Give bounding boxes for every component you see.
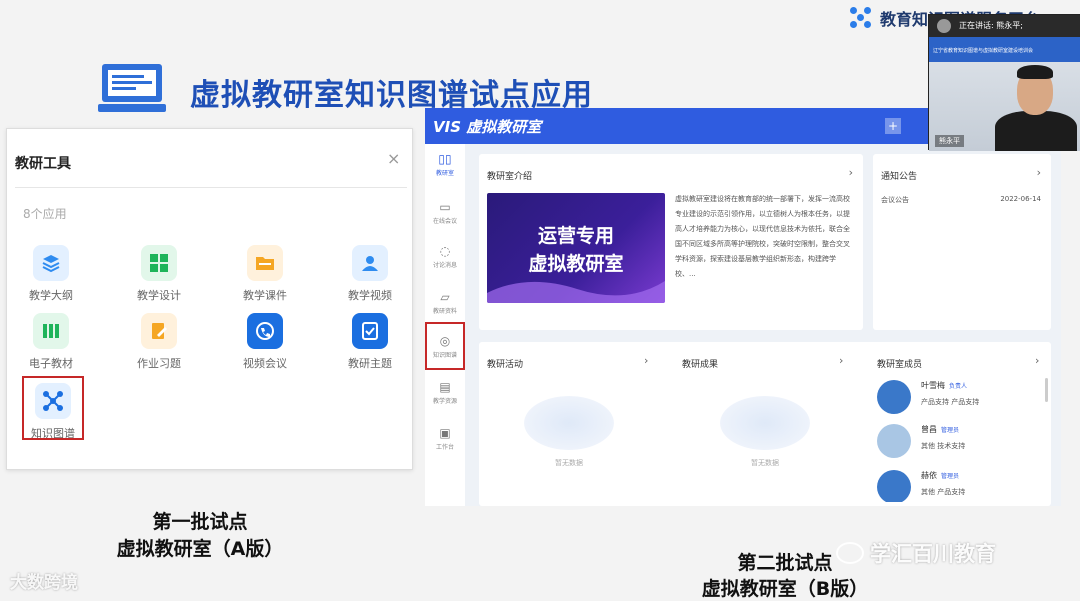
grid-icon: [141, 245, 177, 281]
caption-b-line2: 虚拟教研室（B版）: [701, 578, 869, 600]
speaker-name: 熊永平: [935, 135, 964, 147]
avatar: [877, 470, 911, 502]
app-courseware[interactable]: 教学课件: [225, 245, 305, 303]
intro-banner: 运营专用 虚拟教研室: [487, 193, 665, 303]
activity-empty: 暂无数据: [519, 396, 619, 468]
avatar: [937, 19, 951, 33]
chat-icon: ◌: [439, 244, 451, 258]
book-icon: ▯▯: [438, 152, 452, 166]
notice-date: 2022-06-14: [1000, 195, 1041, 203]
camera-icon: ▭: [439, 200, 451, 214]
app-count: 8个应用: [23, 207, 67, 221]
watermark-left: 大数跨境: [10, 573, 78, 593]
list-item[interactable]: 叶雪梅 负责人 产品支持 产品支持: [877, 380, 979, 414]
highlight-box-a: [22, 376, 84, 440]
app-theme[interactable]: 教研主题: [330, 313, 410, 371]
wechat-icon: [836, 542, 864, 564]
chevron-right-icon[interactable]: ›: [1035, 354, 1039, 367]
sidebar-item-chat[interactable]: ◌ 讨论消息: [425, 244, 465, 269]
chevron-right-icon[interactable]: ›: [849, 166, 853, 179]
app-design[interactable]: 教学设计: [119, 245, 199, 303]
banner-wave-icon: [487, 281, 665, 303]
caption-a-line1: 第一批试点: [152, 511, 248, 533]
books-icon: [33, 313, 69, 349]
speaker-figure: [995, 111, 1077, 151]
video-call-icon: [247, 313, 283, 349]
video-banner-text: 辽宁省教育知识图谱与虚拟教研室建设培训会: [933, 48, 1034, 54]
notice-title: 通知公告: [881, 172, 918, 182]
app-video-meeting[interactable]: 视频会议: [225, 313, 305, 371]
avatar: [877, 424, 911, 458]
folder-icon: [247, 245, 283, 281]
sidebar-item-workbench[interactable]: ▣ 工作台: [425, 426, 465, 451]
list-item[interactable]: 曾昌 管理员 其他 技术支持: [877, 424, 965, 458]
caption-a-line2: 虚拟教研室（A版）: [116, 538, 284, 560]
scrollbar[interactable]: [1045, 378, 1048, 402]
member-list: 叶雪梅 负责人 产品支持 产品支持 曾昌 管理员 其他 技术支持 赫依 管理员 其他 …: [871, 378, 1047, 502]
intro-card: 教研室介绍 › 运营专用 虚拟教研室 虚拟教研室建设将在教育部的统一部署下，发挥…: [479, 154, 863, 330]
intro-title: 教研室介绍: [487, 172, 533, 182]
watermark-right: 学汇百川教育: [836, 538, 996, 568]
desk-icon: ▣: [439, 426, 451, 440]
sidebar-item-materials[interactable]: ▱ 教研资料: [425, 290, 465, 315]
folder-icon: ▱: [440, 290, 450, 304]
sidebar-item-resources[interactable]: ▤ 教学资源: [425, 380, 465, 405]
chevron-right-icon[interactable]: ›: [839, 354, 843, 367]
speaker-bar: 正在讲话: 熊永平;: [929, 15, 1080, 37]
notice-item[interactable]: 会议公告: [881, 195, 909, 205]
close-icon[interactable]: ×: [387, 149, 400, 168]
user-icon: [352, 245, 388, 281]
speaking-text: 正在讲话: 熊永平;: [959, 21, 1023, 30]
results-empty: 暂无数据: [715, 396, 815, 468]
notice-card: 通知公告 › 会议公告 2022-06-14: [873, 154, 1051, 330]
chevron-right-icon[interactable]: ›: [644, 354, 648, 367]
app-homework[interactable]: 作业习题: [119, 313, 199, 371]
chevron-right-icon[interactable]: ›: [1037, 166, 1041, 179]
edit-icon: [141, 313, 177, 349]
app-logo: VIS 虚拟教研室: [433, 118, 542, 136]
list-item[interactable]: 赫依 管理员 其他 产品支持: [877, 470, 965, 502]
empty-illustration-icon: [524, 396, 614, 450]
results-title: 教研成果: [682, 360, 719, 370]
app-syllabus[interactable]: 教学大纲: [11, 245, 91, 303]
layers-icon: [33, 245, 69, 281]
check-doc-icon: [352, 313, 388, 349]
sidebar-item-room[interactable]: ▯▯ 教研室: [425, 152, 465, 177]
empty-illustration-icon: [720, 396, 810, 450]
divider: [15, 187, 407, 188]
sidebar-item-meeting[interactable]: ▭ 在线会议: [425, 200, 465, 225]
avatar: [877, 380, 911, 414]
panel-a-title: 教研工具: [15, 156, 71, 172]
app-textbook[interactable]: 电子教材: [11, 313, 91, 371]
highlight-box-b: [425, 322, 465, 370]
monitor-icon: [98, 64, 166, 112]
bottom-card: 教研活动 › 暂无数据 教研成果 › 暂无数据 教研室成员 › 叶雪梅 负责人 产…: [479, 342, 1051, 506]
doc-icon: ▤: [439, 380, 451, 394]
intro-text: 虚拟教研室建设将在教育部的统一部署下，发挥一流高校专业建设的示范引领作用，以立德…: [675, 195, 850, 278]
video-overlay[interactable]: 正在讲话: 熊永平; 辽宁省教育知识图谱与虚拟教研室建设培训会 熊永平: [928, 14, 1080, 151]
app-video[interactable]: 教学视频: [330, 245, 410, 303]
brand-logo-icon: [850, 7, 872, 29]
speaker-hair: [1017, 65, 1053, 79]
panel-b-virtual-room: VIS 虚拟教研室 + ▯▯ 教研室 ▭ 在线会议 ◌ 讨论消息 ▱ 教研资料 ◎ 知识图…: [425, 108, 1061, 506]
add-button[interactable]: +: [885, 118, 901, 134]
members-title: 教研室成员: [877, 360, 923, 370]
activity-title: 教研活动: [487, 360, 524, 370]
